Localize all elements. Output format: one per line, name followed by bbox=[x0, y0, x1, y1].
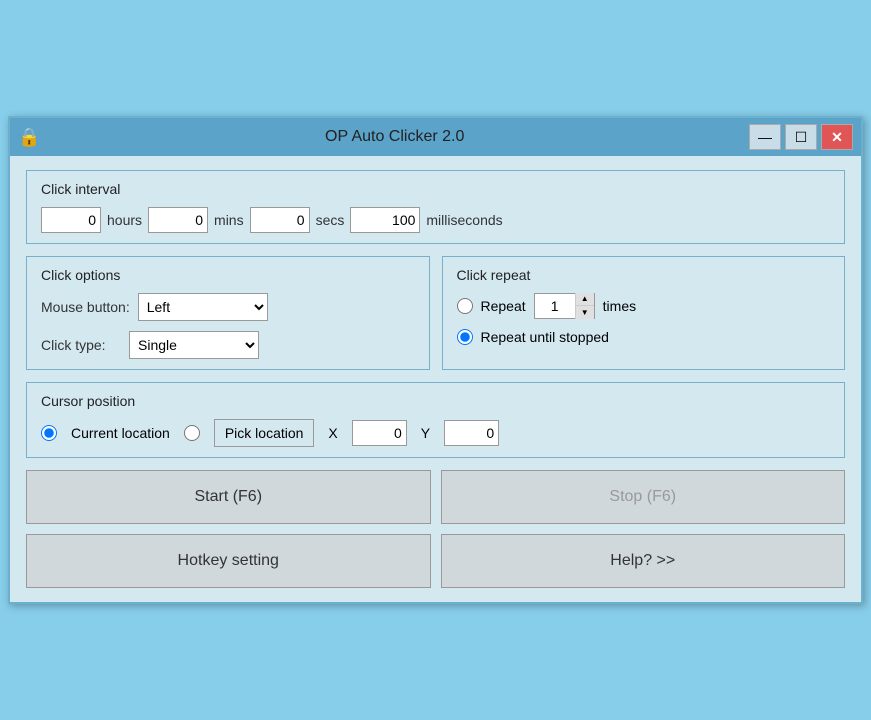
cursor-row: Current location Pick location X Y bbox=[41, 419, 830, 447]
hours-label: hours bbox=[107, 212, 142, 228]
x-label: X bbox=[328, 425, 337, 441]
repeat-until-row: Repeat until stopped bbox=[457, 329, 831, 345]
maximize-button[interactable]: ☐ bbox=[785, 124, 817, 150]
help-button[interactable]: Help? >> bbox=[441, 534, 846, 588]
repeat-label: Repeat bbox=[481, 298, 526, 314]
window-title: OP Auto Clicker 2.0 bbox=[40, 128, 749, 146]
interval-row: hours mins secs milliseconds bbox=[41, 207, 830, 233]
pick-location-button[interactable]: Pick location bbox=[214, 419, 315, 447]
main-content: Click interval hours mins secs milliseco… bbox=[10, 156, 861, 602]
mins-input[interactable] bbox=[148, 207, 208, 233]
mins-label: mins bbox=[214, 212, 244, 228]
main-window: 🔒 OP Auto Clicker 2.0 — ☐ ✕ Click interv… bbox=[8, 116, 863, 604]
y-input[interactable] bbox=[444, 420, 499, 446]
minimize-button[interactable]: — bbox=[749, 124, 781, 150]
x-input[interactable] bbox=[352, 420, 407, 446]
repeat-times-input[interactable] bbox=[535, 294, 575, 318]
stop-button[interactable]: Stop (F6) bbox=[441, 470, 846, 524]
pick-location-radio[interactable] bbox=[184, 425, 200, 441]
repeat-times-row: Repeat ▲ ▼ times bbox=[457, 293, 831, 319]
action-buttons: Start (F6) Stop (F6) Hotkey setting Help… bbox=[26, 470, 845, 588]
click-repeat-title: Click repeat bbox=[457, 267, 831, 283]
click-type-row: Click type: Single Double bbox=[41, 331, 415, 359]
cursor-position-title: Cursor position bbox=[41, 393, 830, 409]
cursor-position-section: Cursor position Current location Pick lo… bbox=[26, 382, 845, 458]
repeat-radio[interactable] bbox=[457, 298, 473, 314]
spinner-up-button[interactable]: ▲ bbox=[576, 293, 594, 306]
repeat-spinner: ▲ ▼ bbox=[534, 293, 595, 319]
secs-input[interactable] bbox=[250, 207, 310, 233]
current-location-label: Current location bbox=[71, 425, 170, 441]
ms-input[interactable] bbox=[350, 207, 420, 233]
title-bar-left: 🔒 bbox=[18, 127, 40, 148]
spinner-buttons: ▲ ▼ bbox=[575, 293, 594, 319]
lock-icon: 🔒 bbox=[18, 127, 40, 148]
click-repeat-section: Click repeat Repeat ▲ ▼ times Re bbox=[442, 256, 846, 370]
click-interval-section: Click interval hours mins secs milliseco… bbox=[26, 170, 845, 244]
y-label: Y bbox=[421, 425, 430, 441]
mouse-button-row: Mouse button: Left Middle Right bbox=[41, 293, 415, 321]
click-options-title: Click options bbox=[41, 267, 415, 283]
hours-input[interactable] bbox=[41, 207, 101, 233]
repeat-times-label: times bbox=[603, 298, 636, 314]
secs-label: secs bbox=[316, 212, 345, 228]
repeat-until-label: Repeat until stopped bbox=[481, 329, 609, 345]
click-type-select[interactable]: Single Double bbox=[129, 331, 259, 359]
mouse-button-label: Mouse button: bbox=[41, 299, 130, 315]
click-type-label: Click type: bbox=[41, 337, 121, 353]
mouse-button-select[interactable]: Left Middle Right bbox=[138, 293, 268, 321]
hotkey-button[interactable]: Hotkey setting bbox=[26, 534, 431, 588]
click-options-section: Click options Mouse button: Left Middle … bbox=[26, 256, 430, 370]
options-repeat-row: Click options Mouse button: Left Middle … bbox=[26, 256, 845, 370]
close-button[interactable]: ✕ bbox=[821, 124, 853, 150]
ms-label: milliseconds bbox=[426, 212, 502, 228]
start-button[interactable]: Start (F6) bbox=[26, 470, 431, 524]
title-bar-controls: — ☐ ✕ bbox=[749, 124, 853, 150]
spinner-down-button[interactable]: ▼ bbox=[576, 306, 594, 319]
repeat-until-radio[interactable] bbox=[457, 329, 473, 345]
current-location-radio[interactable] bbox=[41, 425, 57, 441]
click-interval-title: Click interval bbox=[41, 181, 830, 197]
title-bar: 🔒 OP Auto Clicker 2.0 — ☐ ✕ bbox=[10, 118, 861, 156]
